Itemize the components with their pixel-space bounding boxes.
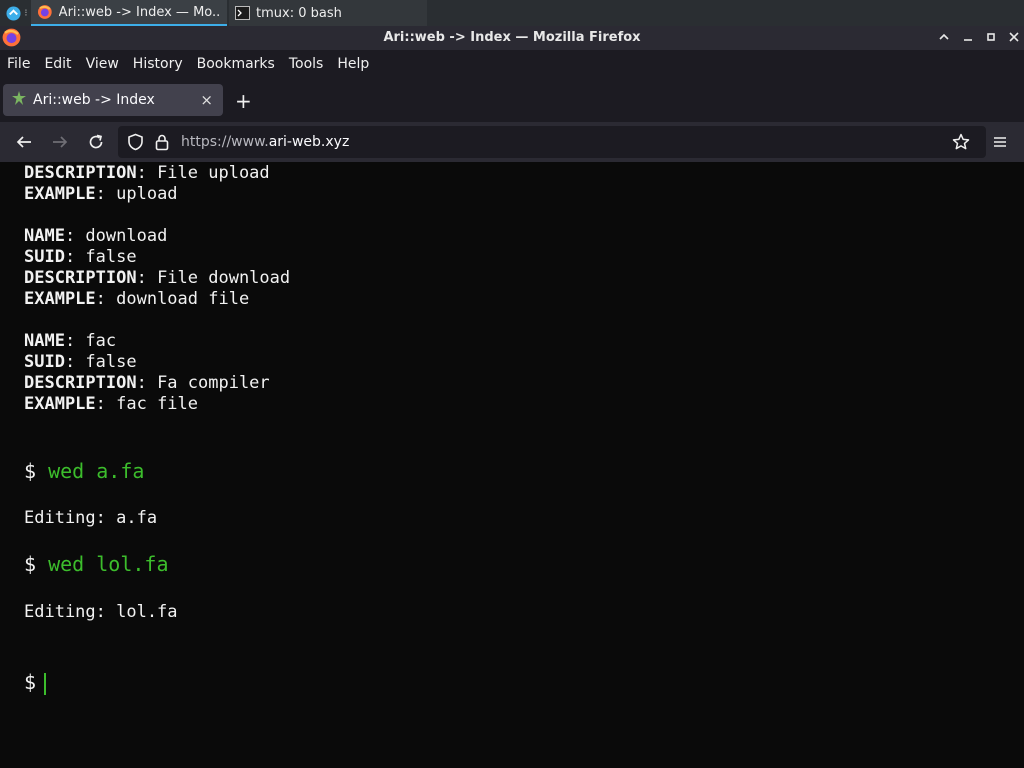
app-launcher-icon[interactable] bbox=[5, 0, 21, 26]
prompt-symbol: $ bbox=[24, 552, 37, 576]
menu-view[interactable]: View bbox=[86, 56, 119, 72]
text-cursor bbox=[44, 672, 47, 695]
command-output-line: Editing: a.fa bbox=[24, 508, 158, 528]
url-host: ari-web.xyz bbox=[268, 134, 350, 150]
terminal-line: NAME: download bbox=[24, 226, 168, 246]
menu-bookmarks[interactable]: Bookmarks bbox=[197, 56, 275, 72]
active-prompt-line[interactable]: $ bbox=[24, 670, 47, 695]
forward-arrow-icon bbox=[53, 136, 68, 148]
lock-icon[interactable] bbox=[152, 132, 172, 152]
shield-icon[interactable] bbox=[125, 132, 145, 152]
tab-ari-web-index[interactable]: Ari::web -> Index × bbox=[3, 84, 223, 116]
tab-label: Ari::web -> Index bbox=[33, 92, 155, 108]
tab-close-icon[interactable]: × bbox=[200, 91, 213, 109]
terminal-line: NAME: fac bbox=[24, 331, 117, 351]
window-title: Ari::web -> Index — Mozilla Firefox bbox=[383, 30, 641, 45]
menu-help[interactable]: Help bbox=[337, 56, 369, 72]
reload-icon bbox=[89, 134, 103, 149]
reload-button[interactable] bbox=[86, 132, 106, 152]
new-tab-button[interactable]: + bbox=[235, 89, 252, 113]
terminal-line: EXAMPLE: fac file bbox=[24, 394, 199, 414]
hamburger-menu-icon bbox=[994, 137, 1006, 147]
navigation-toolbar: https://www.ari-web.xyz bbox=[0, 122, 1024, 162]
command-prompt-line: $ wed lol.fa bbox=[24, 552, 169, 576]
drag-handle-icon[interactable]: ⁝ bbox=[21, 0, 31, 26]
firefox-icon bbox=[37, 5, 52, 19]
forward-button[interactable] bbox=[50, 132, 70, 152]
bookmark-star-button[interactable] bbox=[951, 132, 971, 152]
url-bar[interactable]: https://www.ari-web.xyz bbox=[118, 126, 986, 158]
command-text: wed a.fa bbox=[48, 459, 145, 483]
star-icon bbox=[952, 133, 970, 150]
menu-tools[interactable]: Tools bbox=[289, 56, 324, 72]
command-output-line: Editing: lol.fa bbox=[24, 602, 178, 622]
taskbar: ⁝ Ari::web -> Index — Mo... tmux: 0 bash bbox=[0, 0, 1024, 26]
prompt-symbol: $ bbox=[24, 459, 37, 483]
taskbar-task-label: Ari::web -> Index — Mo... bbox=[58, 4, 221, 20]
command-text: wed lol.fa bbox=[48, 552, 169, 576]
url-text[interactable]: https://www.ari-web.xyz bbox=[181, 134, 349, 150]
menu-edit[interactable]: Edit bbox=[44, 56, 71, 72]
minimize-icon[interactable] bbox=[960, 29, 976, 45]
tab-strip: Ari::web -> Index × + bbox=[0, 78, 1024, 122]
back-arrow-icon bbox=[16, 136, 31, 148]
menu-file[interactable]: File bbox=[7, 56, 30, 72]
site-favicon-icon bbox=[11, 90, 27, 110]
page-content[interactable]: DESCRIPTION: File upload EXAMPLE: upload… bbox=[0, 162, 1024, 768]
terminal-icon bbox=[235, 6, 250, 20]
terminal-line: SUID: false bbox=[24, 352, 137, 372]
terminal-line: DESCRIPTION: File download bbox=[24, 268, 291, 288]
restore-icon[interactable] bbox=[983, 29, 999, 45]
app-menu-button[interactable] bbox=[990, 132, 1010, 152]
maximize-chevron-icon[interactable] bbox=[936, 29, 952, 45]
terminal-line: DESCRIPTION: File upload bbox=[24, 163, 270, 183]
terminal-line: SUID: false bbox=[24, 247, 137, 267]
terminal-line: DESCRIPTION: Fa compiler bbox=[24, 373, 270, 393]
prompt-symbol: $ bbox=[24, 670, 37, 694]
taskbar-task-firefox[interactable]: Ari::web -> Index — Mo... bbox=[31, 0, 227, 26]
window-titlebar: Ari::web -> Index — Mozilla Firefox bbox=[0, 26, 1024, 50]
back-button[interactable] bbox=[14, 132, 34, 152]
close-icon[interactable] bbox=[1006, 29, 1022, 45]
command-prompt-line: $ wed a.fa bbox=[24, 459, 144, 483]
taskbar-task-label: tmux: 0 bash bbox=[256, 5, 342, 21]
menu-history[interactable]: History bbox=[133, 56, 183, 72]
terminal-line: EXAMPLE: download file bbox=[24, 289, 250, 309]
url-prefix: https://www. bbox=[181, 134, 269, 150]
taskbar-task-terminal[interactable]: tmux: 0 bash bbox=[229, 0, 427, 26]
terminal-line: EXAMPLE: upload bbox=[24, 184, 178, 204]
menu-bar: File Edit View History Bookmarks Tools H… bbox=[0, 50, 1024, 78]
